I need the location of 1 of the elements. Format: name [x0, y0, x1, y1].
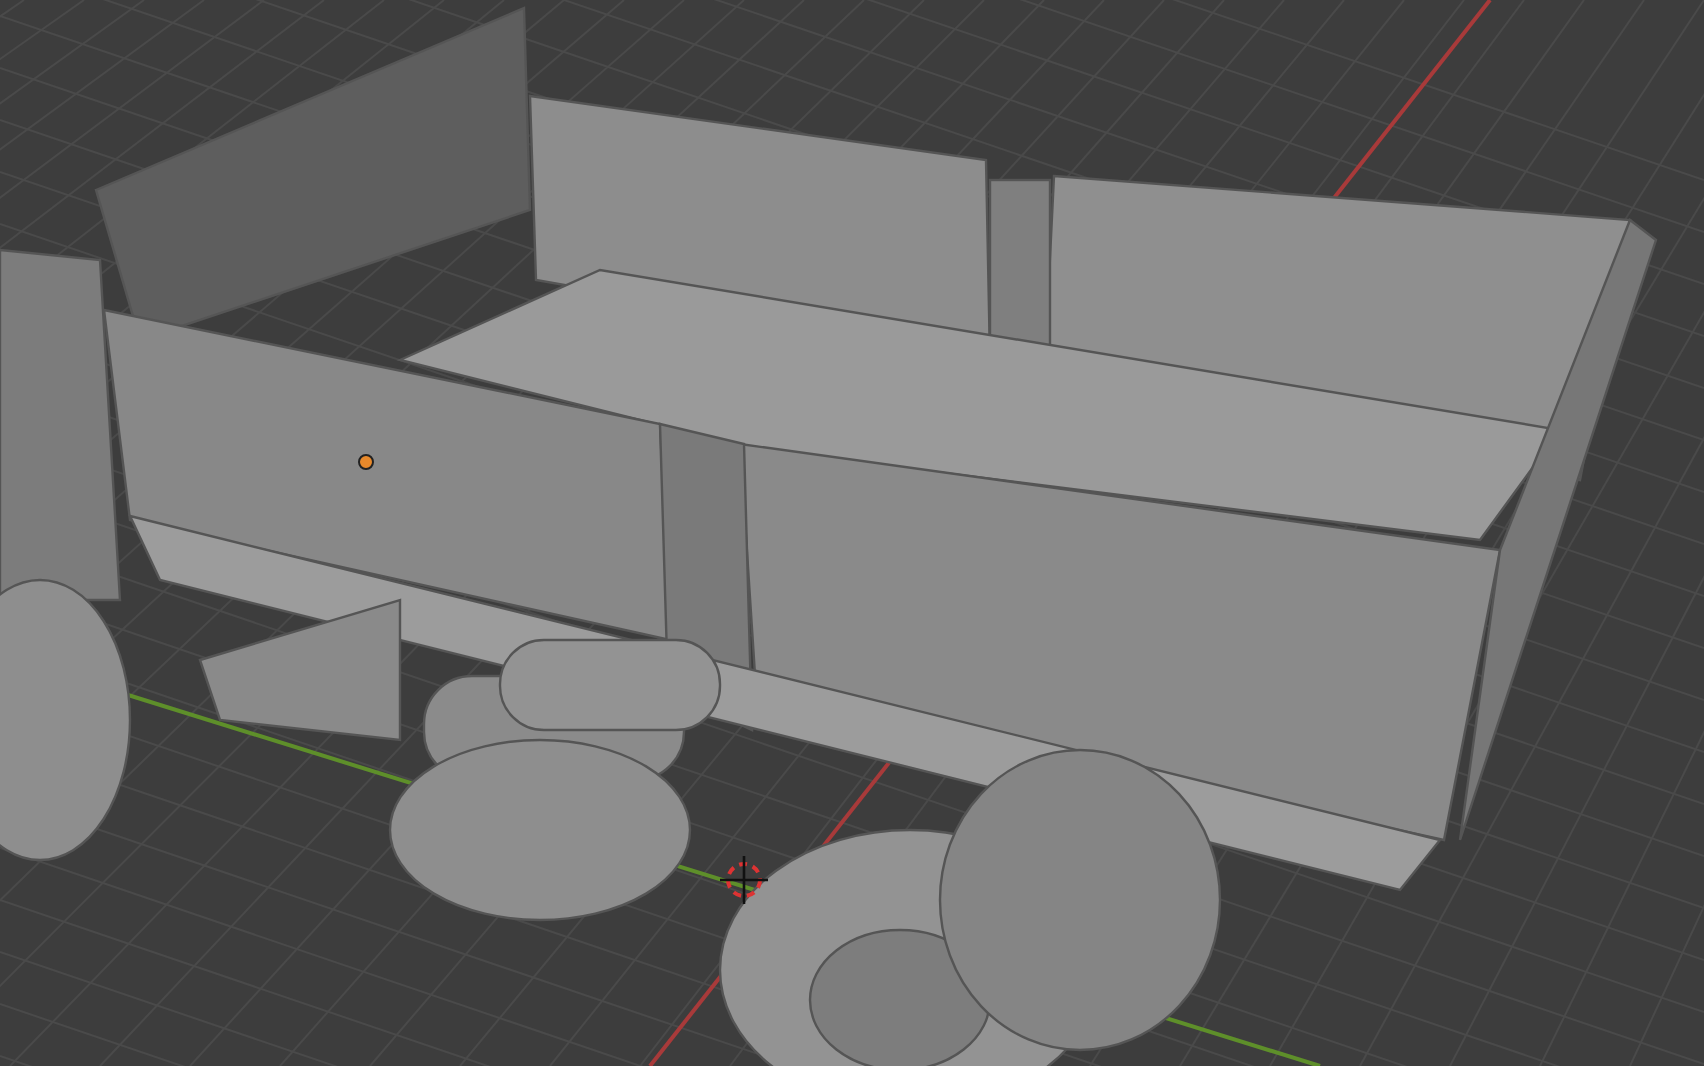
crosshair-icon[interactable]: [720, 856, 768, 904]
